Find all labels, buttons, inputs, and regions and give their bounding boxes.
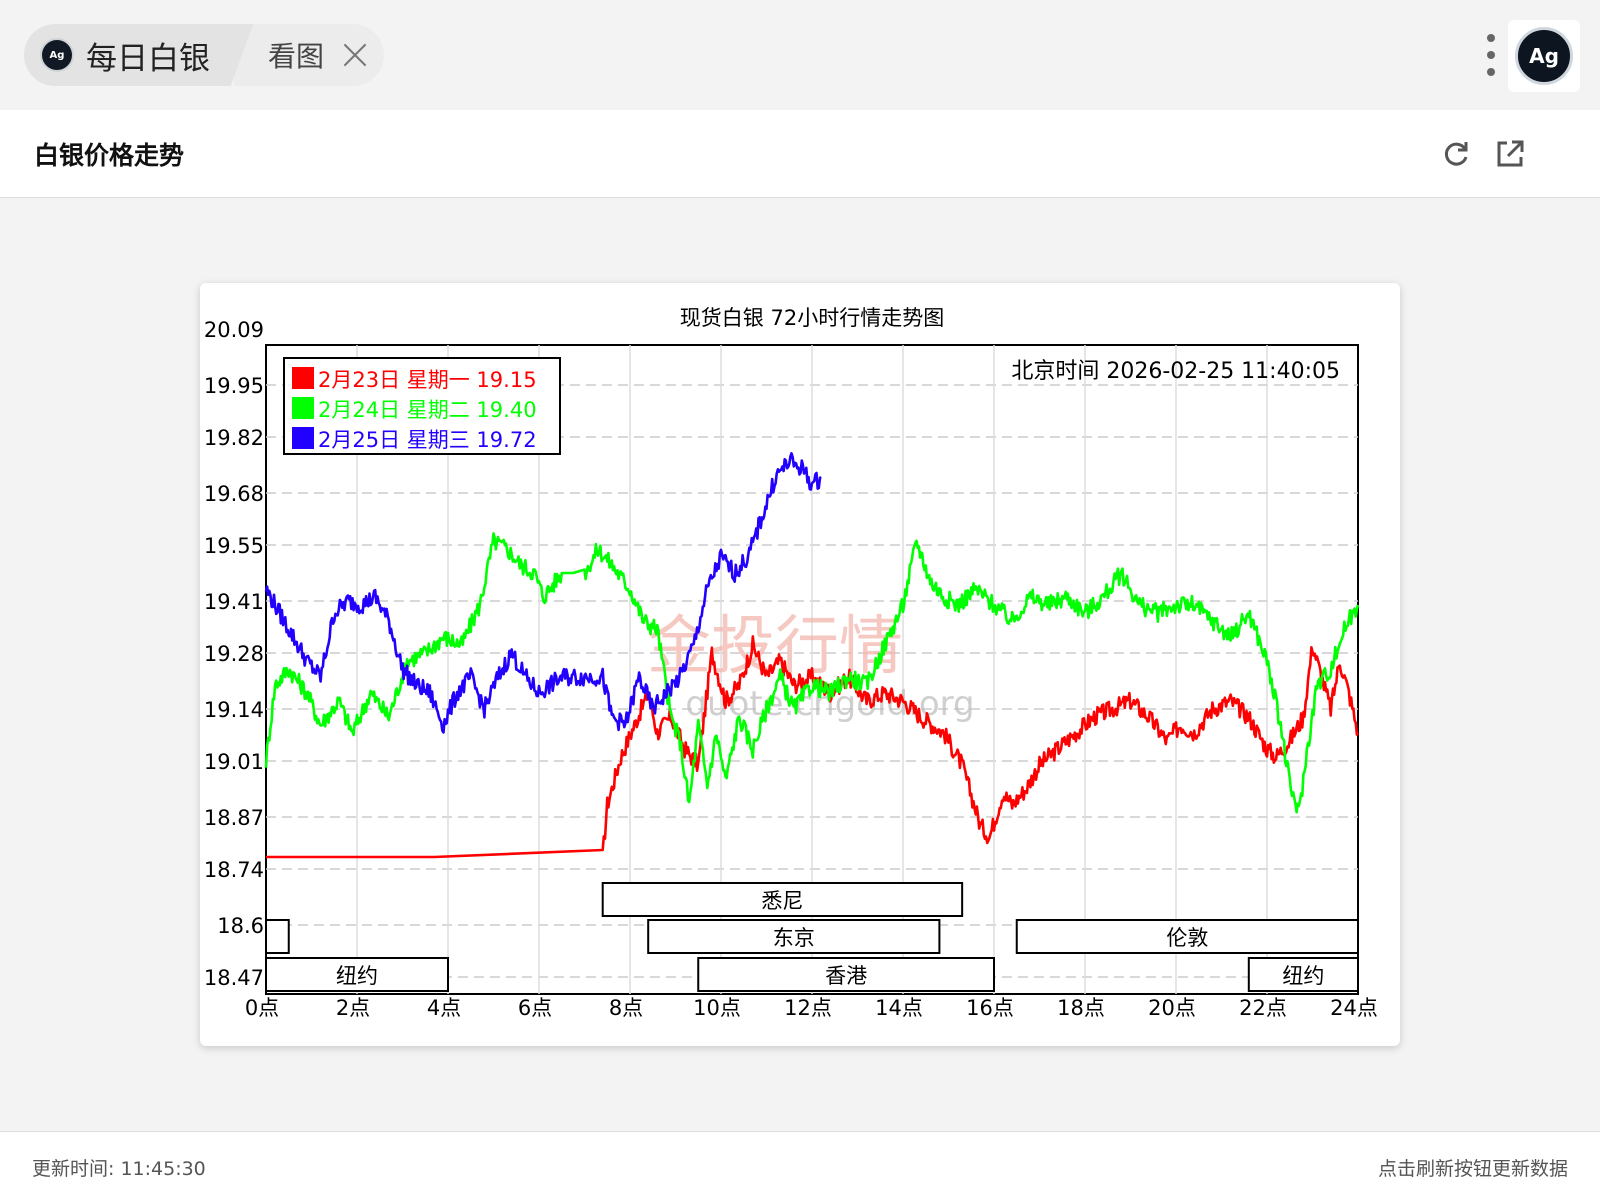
tab-view-chart-label: 看图 xyxy=(268,40,325,73)
title-bar: Ag 每日白银 看图 Ag xyxy=(0,0,1600,110)
refresh-icon xyxy=(1444,142,1468,166)
session-label: 纽约 xyxy=(1282,964,1324,988)
tab-strip: Ag 每日白银 看图 xyxy=(24,24,385,86)
legend-swatch xyxy=(292,397,314,419)
tab-title: 每日白银 xyxy=(86,40,210,77)
x-tick-label: 0点 xyxy=(245,996,279,1020)
legend-label: 2月23日 星期一 19.15 xyxy=(318,368,537,392)
x-tick-label: 8点 xyxy=(609,996,643,1020)
x-tick-label: 16点 xyxy=(966,996,1014,1020)
y-tick-label: 19.95 xyxy=(204,374,264,398)
y-tick-label: 20.09 xyxy=(204,318,264,342)
content-area: 金投行情 quote.cngold.org 悉尼 东京 伦敦 纽约 香港 纽约 20.09… xyxy=(0,198,1600,1131)
session-label: 伦敦 xyxy=(1166,926,1208,950)
legend-swatch xyxy=(292,427,314,449)
tab-daily-silver[interactable]: Ag 每日白银 xyxy=(24,24,228,86)
watermark-main: 金投行情 xyxy=(647,610,903,684)
y-tick-label: 18.47 xyxy=(204,966,264,990)
x-tick-label: 2点 xyxy=(336,996,370,1020)
session-label: 香港 xyxy=(825,964,867,988)
status-bar: 更新时间: 11:45:30 点击刷新按钮更新数据 xyxy=(0,1131,1600,1200)
legend-swatch xyxy=(292,367,314,389)
chart-title: 现货白银 72小时行情走势图 xyxy=(680,306,944,330)
refresh-button[interactable] xyxy=(1438,136,1474,172)
x-tick-label: 10点 xyxy=(693,996,741,1020)
y-tick-label: 18.74 xyxy=(204,858,264,882)
avatar[interactable]: Ag xyxy=(1508,20,1580,92)
y-tick-label: 19.68 xyxy=(204,482,264,506)
x-tick-label: 4点 xyxy=(427,996,461,1020)
x-tick-label: 14点 xyxy=(875,996,923,1020)
update-time: 更新时间: 11:45:30 xyxy=(32,1158,206,1180)
close-icon[interactable] xyxy=(342,42,368,68)
y-tick-label: 18.6 xyxy=(217,914,264,938)
y-tick-label: 19.01 xyxy=(204,750,264,774)
y-tick-label: 19.14 xyxy=(204,698,264,722)
silver-avatar-icon: Ag xyxy=(1515,27,1573,85)
session-label: 纽约 xyxy=(336,964,378,988)
external-link-icon xyxy=(1497,140,1524,167)
x-tick-label: 22点 xyxy=(1239,996,1287,1020)
x-tick-label: 20点 xyxy=(1148,996,1196,1020)
more-menu-icon[interactable] xyxy=(1486,34,1496,76)
x-tick-label: 6点 xyxy=(518,996,552,1020)
refresh-hint: 点击刷新按钮更新数据 xyxy=(1377,1158,1568,1180)
open-external-button[interactable] xyxy=(1492,136,1528,172)
tab-view-chart[interactable]: 看图 xyxy=(234,24,385,86)
legend-label: 2月24日 星期二 19.40 xyxy=(318,398,537,422)
x-tick-label: 24点 xyxy=(1330,996,1378,1020)
page-header: 白银价格走势 xyxy=(0,110,1600,198)
y-tick-label: 19.82 xyxy=(204,426,264,450)
page-title: 白银价格走势 xyxy=(34,141,185,170)
silver-price-chart: 金投行情 quote.cngold.org 悉尼东京 伦敦纽约 香港 纽约 20.09… xyxy=(204,306,1378,1020)
y-tick-label: 19.28 xyxy=(204,642,264,666)
y-tick-label: 18.87 xyxy=(204,806,264,830)
silver-logo-icon: Ag xyxy=(40,38,74,72)
legend-label: 2月25日 星期三 19.72 xyxy=(318,428,537,452)
y-tick-label: 19.55 xyxy=(204,534,264,558)
session-label: 悉尼 xyxy=(761,889,803,913)
y-tick-label: 19.41 xyxy=(204,590,264,614)
session-label: 东京 xyxy=(773,926,815,950)
chart-timestamp: 北京时间 2026-02-25 11:40:05 xyxy=(1011,359,1340,384)
x-tick-label: 18点 xyxy=(1057,996,1105,1020)
chart-card: 金投行情 quote.cngold.org 悉尼 东京 伦敦 纽约 香港 纽约 20.09… xyxy=(200,283,1400,1046)
x-tick-label: 12点 xyxy=(784,996,832,1020)
session-box xyxy=(265,919,290,954)
